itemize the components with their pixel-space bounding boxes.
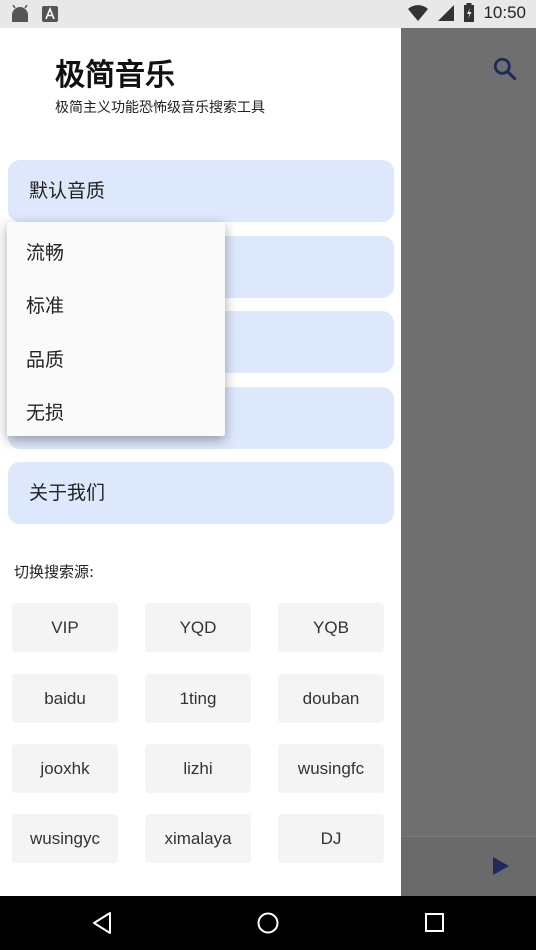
source-button-wusingyc[interactable]: wusingyc [12,814,118,863]
a-badge-icon [42,6,58,22]
quality-option-high[interactable]: 品质 [26,345,64,372]
source-button-douban[interactable]: douban [278,674,384,723]
system-icons: 10:50 [407,3,526,23]
search-icon[interactable] [492,56,518,82]
menu-item-default-quality[interactable]: 默认音质 [8,160,394,222]
android-icon [12,5,28,22]
background-app-scrim[interactable] [401,28,536,896]
status-bar: 10:50 [0,0,536,28]
player-bar [401,836,536,897]
system-nav-bar [0,896,536,950]
recents-icon[interactable] [424,912,446,934]
source-button-yqd[interactable]: YQD [145,603,251,652]
quality-option-smooth[interactable]: 流畅 [26,238,64,265]
drawer-subtitle: 极简主义功能恐怖级音乐搜索工具 [55,100,265,116]
menu-item-about[interactable]: 关于我们 [8,462,394,524]
source-button-1ting[interactable]: 1ting [145,674,251,723]
source-button-lizhi[interactable]: lizhi [145,744,251,793]
notification-icons [10,5,58,23]
wifi-icon [408,5,429,21]
source-button-yqb[interactable]: YQB [278,603,384,652]
source-button-ximalaya[interactable]: ximalaya [145,814,251,863]
battery-icon [464,3,475,22]
source-button-vip[interactable]: VIP [12,603,118,652]
source-section-label: 切换搜索源: [14,563,95,581]
clock: 10:50 [483,3,526,22]
drawer-title: 极简音乐 [55,58,175,93]
source-button-dj[interactable]: DJ [278,814,384,863]
source-button-jooxhk[interactable]: jooxhk [12,744,118,793]
back-icon[interactable] [91,911,113,935]
source-button-baidu[interactable]: baidu [12,674,118,723]
quality-option-lossless[interactable]: 无损 [26,398,64,425]
home-icon[interactable] [256,911,280,935]
quality-option-standard[interactable]: 标准 [26,291,64,318]
play-icon[interactable] [490,855,512,877]
quality-dropdown-menu: 流畅 标准 品质 无损 [7,222,225,436]
source-button-wusingfc[interactable]: wusingfc [278,744,384,793]
navigation-drawer: 极简音乐 极简主义功能恐怖级音乐搜索工具 默认音质 关于我们 切换搜索源: VI… [0,28,401,896]
signal-icon [438,5,455,21]
